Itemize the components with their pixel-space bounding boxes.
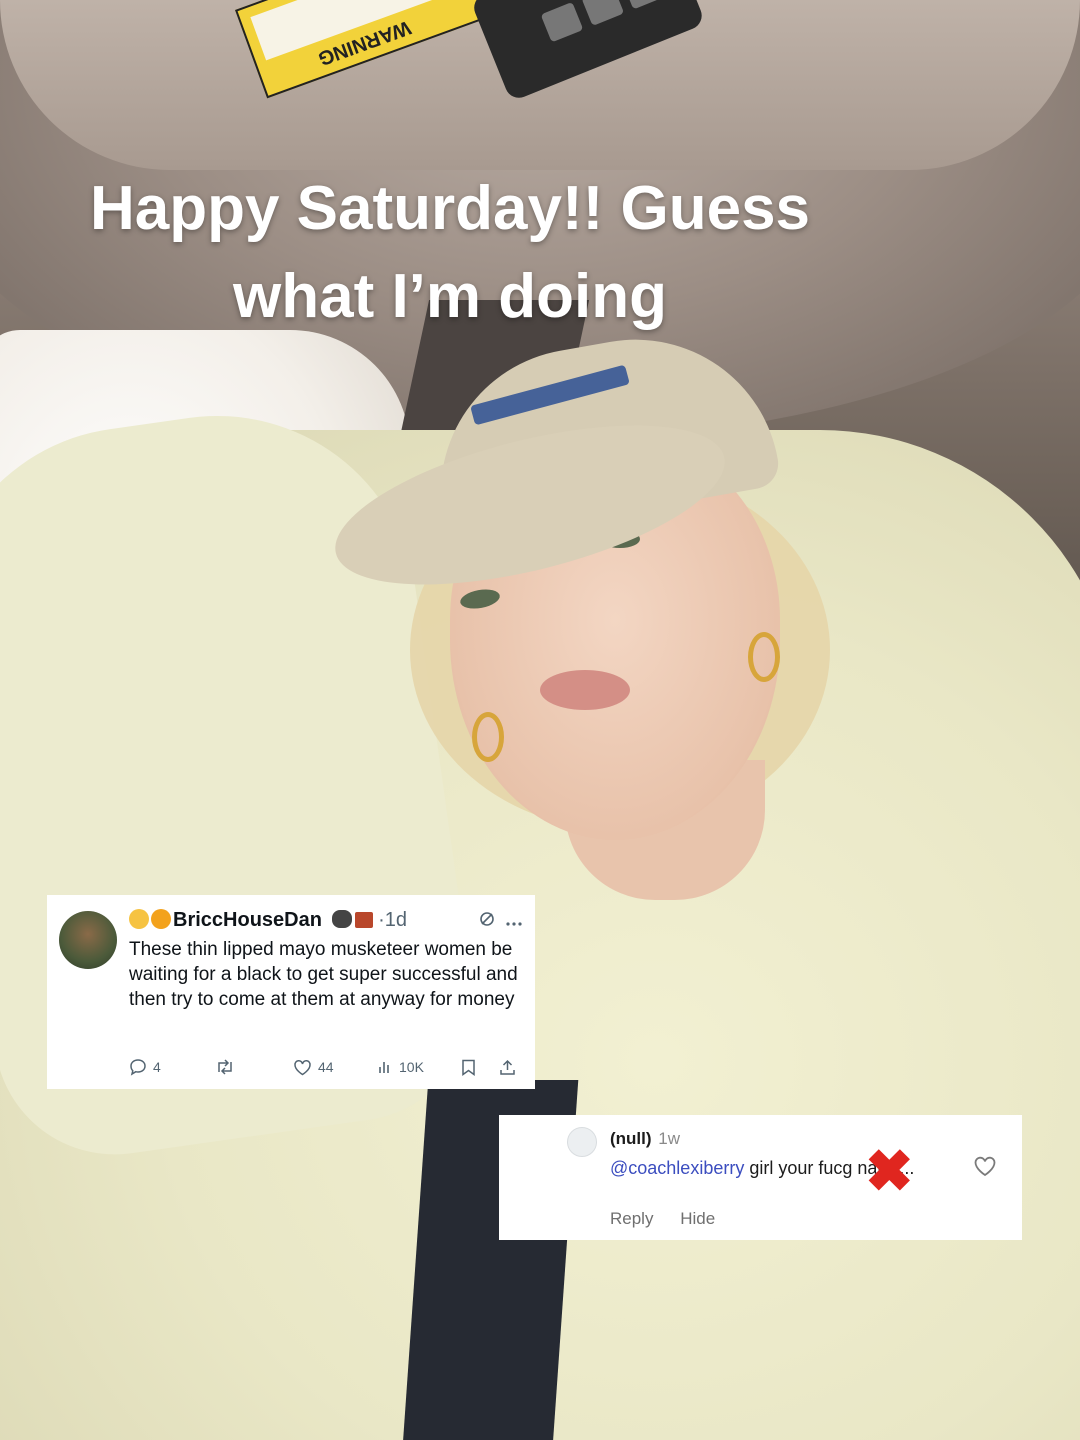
retweet-button[interactable] xyxy=(215,1058,293,1076)
caption-overlay: Happy Saturday!! Guess what I’m doing xyxy=(0,165,900,341)
view-count: 10K xyxy=(399,1059,424,1075)
comment-card: (null) 1w @coachlexiberry girl your fucg… xyxy=(499,1115,1022,1240)
tweet-username[interactable]: BriccHouseDan xyxy=(173,909,322,931)
comment-avatar[interactable] xyxy=(567,1127,597,1157)
comment-actions: Reply Hide xyxy=(610,1209,737,1229)
lips xyxy=(540,670,630,710)
biohazard-emoji-icon xyxy=(151,909,171,929)
tweet-card: BriccHouseDan ·1d These thin lipped mayo… xyxy=(47,895,535,1089)
views-button[interactable]: 10K xyxy=(377,1059,461,1075)
tweet-time-separator: · xyxy=(378,909,385,931)
brick-emoji-icon xyxy=(354,912,373,928)
earring-right xyxy=(748,632,780,682)
like-count: 44 xyxy=(318,1059,334,1075)
tweet-actions: 4 44 10K xyxy=(129,1055,529,1079)
reply-count: 4 xyxy=(153,1059,161,1075)
comment-age: 1w xyxy=(658,1129,681,1148)
tweet-avatar[interactable] xyxy=(59,911,117,969)
like-button[interactable]: 44 xyxy=(293,1059,377,1076)
censor-x-icon: ✖ xyxy=(865,1139,914,1204)
caption-line-1: Happy Saturday!! Guess xyxy=(89,174,811,243)
tweet-text: These thin lipped mayo musketeer women b… xyxy=(129,939,518,1010)
views-icon xyxy=(379,1062,389,1073)
caption-line-2: what I’m doing xyxy=(233,262,667,331)
gorilla-emoji-icon xyxy=(331,910,352,928)
more-icon[interactable] xyxy=(505,911,523,932)
reply-icon xyxy=(130,1059,146,1076)
reply-button[interactable]: 4 xyxy=(129,1058,215,1076)
earring-left xyxy=(472,712,504,762)
tweet-time[interactable]: 1d xyxy=(385,909,407,931)
share-button[interactable] xyxy=(499,1059,516,1076)
share-icon xyxy=(500,1059,515,1075)
bookmark-button[interactable] xyxy=(461,1059,499,1076)
hide-link[interactable]: Hide xyxy=(680,1209,715,1228)
angry-face-emoji-icon xyxy=(129,909,149,929)
like-icon xyxy=(294,1059,311,1075)
tweet-header: BriccHouseDan ·1d xyxy=(129,909,407,932)
comment-meta: (null) 1w xyxy=(610,1129,680,1149)
heart-icon[interactable] xyxy=(973,1155,997,1182)
comment-text-part-1: girl your fuc xyxy=(744,1158,843,1178)
retweet-icon xyxy=(218,1059,232,1075)
comment-mention[interactable]: @coachlexiberry xyxy=(610,1158,744,1178)
comment-username[interactable]: (null) xyxy=(610,1129,652,1148)
grok-icon[interactable] xyxy=(479,911,495,932)
reply-link[interactable]: Reply xyxy=(610,1209,653,1228)
bookmark-icon xyxy=(462,1059,475,1076)
